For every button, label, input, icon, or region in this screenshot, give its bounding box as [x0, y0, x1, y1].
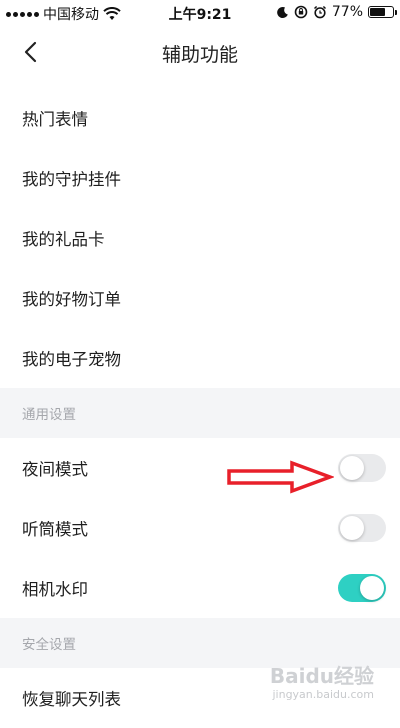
setting-label: 听筒模式	[22, 520, 88, 539]
menu-item-label: 我的礼品卡	[22, 230, 105, 249]
alarm-icon	[313, 5, 326, 19]
setting-row-earpiece-mode: 听筒模式	[0, 498, 400, 558]
setting-row-camera-watermark: 相机水印	[0, 558, 400, 618]
section-header-security: 安全设置	[0, 618, 400, 668]
menu-item-e-pet[interactable]: 我的电子宠物	[0, 328, 400, 388]
menu-item-label: 我的电子宠物	[22, 350, 121, 369]
moon-icon	[277, 6, 288, 18]
earpiece-mode-toggle[interactable]	[338, 514, 386, 542]
setting-label: 恢复聊天列表	[22, 690, 121, 709]
setting-label: 夜间模式	[22, 460, 88, 479]
menu-item-label: 热门表情	[22, 110, 88, 129]
watermark-brand: Baidu经验	[269, 664, 374, 688]
menu-item-label: 我的守护挂件	[22, 170, 121, 189]
watermark-url: jingyan.baidu.com	[272, 688, 374, 701]
night-mode-toggle[interactable]	[338, 454, 386, 482]
menu-item-hot-emoji[interactable]: 热门表情	[0, 88, 400, 148]
status-bar: 中国移动 上午9:21 77%	[0, 0, 400, 26]
rotation-lock-icon	[294, 5, 308, 19]
setting-row-night-mode: 夜间模式	[0, 438, 400, 498]
status-right: 77%	[276, 4, 397, 20]
menu-item-guardian-pendant[interactable]: 我的守护挂件	[0, 148, 400, 208]
nav-bar: 辅助功能	[0, 26, 400, 78]
settings-list: 热门表情 我的守护挂件 我的礼品卡 我的好物订单 我的电子宠物 通用设置 夜间模…	[0, 88, 400, 728]
battery-icon	[368, 6, 397, 18]
page-title: 辅助功能	[161, 44, 238, 66]
camera-watermark-toggle[interactable]	[338, 574, 386, 602]
battery-percent: 77%	[331, 4, 363, 20]
baidu-watermark: Baidu经验 jingyan.baidu.com	[270, 666, 374, 700]
menu-item-label: 我的好物订单	[22, 290, 121, 309]
annotation-arrow-icon	[227, 460, 334, 494]
menu-item-gift-card[interactable]: 我的礼品卡	[0, 208, 400, 268]
setting-label: 相机水印	[22, 580, 88, 599]
menu-item-goods-orders[interactable]: 我的好物订单	[0, 268, 400, 328]
section-header-general: 通用设置	[0, 388, 400, 438]
